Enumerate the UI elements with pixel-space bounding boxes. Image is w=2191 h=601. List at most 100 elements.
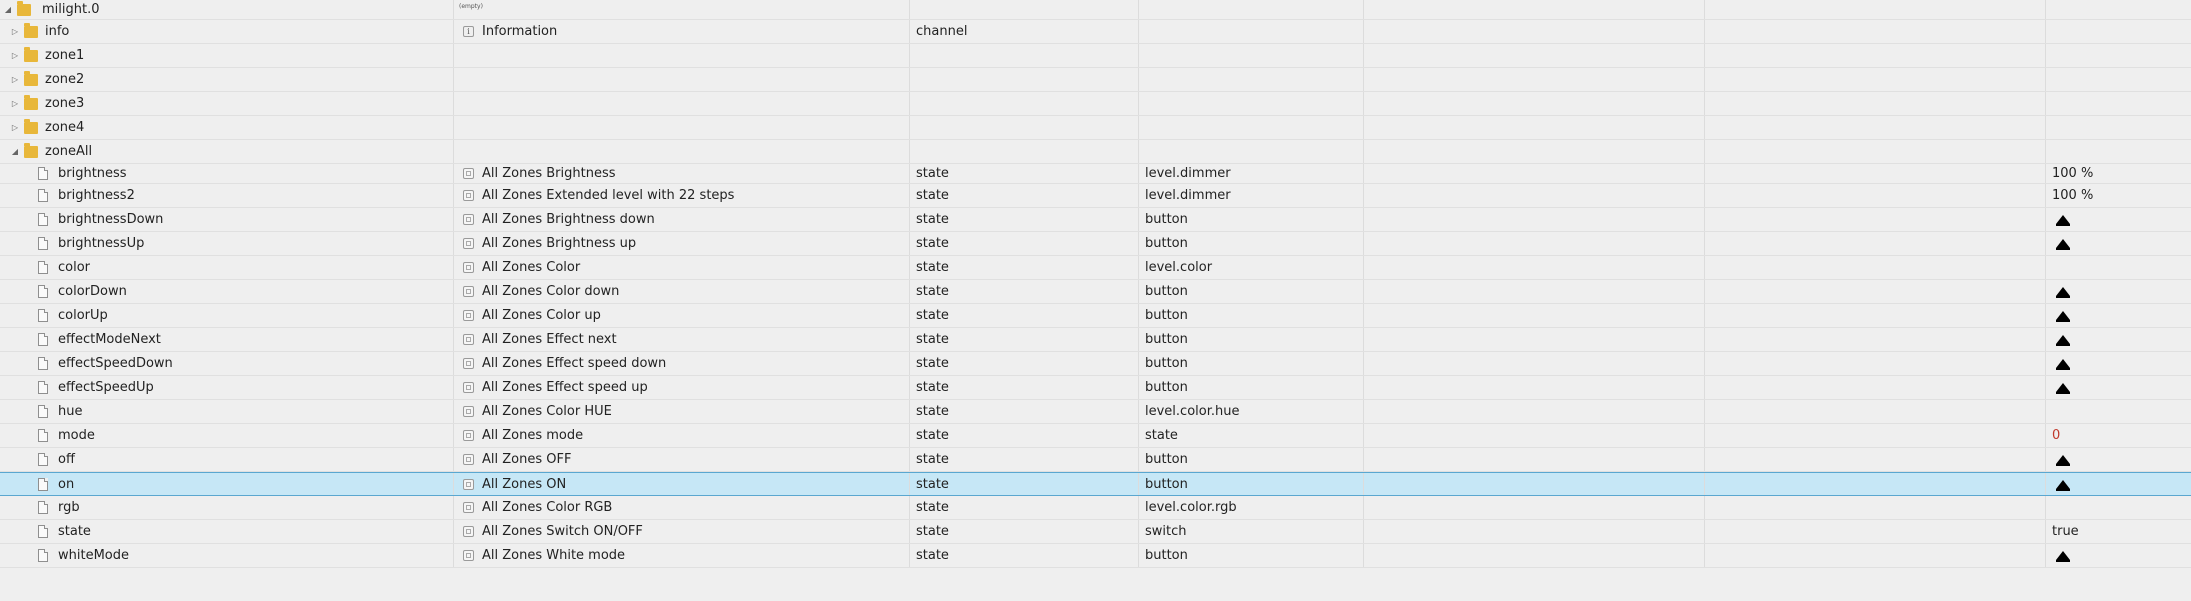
name-cell: All Zones Brightness up: [454, 232, 910, 255]
folder-icon: [24, 46, 38, 62]
object-name: All Zones Effect speed up: [482, 380, 648, 395]
state-icon: [463, 502, 474, 513]
state-icon: [463, 190, 474, 201]
value-cell: 100 %: [2046, 184, 2191, 207]
object-id: milight.0: [42, 2, 100, 17]
id-cell: colorDown: [0, 280, 454, 303]
object-id: zone3: [45, 96, 85, 111]
name-cell: [454, 116, 910, 139]
button-icon[interactable]: [2056, 311, 2070, 322]
state-icon: [463, 478, 474, 490]
tree-row-state[interactable]: color All Zones Color state level.color: [0, 256, 2191, 280]
value-cell: [2046, 304, 2191, 327]
function-cell: [1705, 92, 2046, 115]
state-icon: [463, 430, 474, 441]
id-cell: ▷ zone2: [0, 68, 454, 91]
object-id: whiteMode: [58, 548, 129, 563]
type-cell: state: [910, 352, 1139, 375]
function-cell: [1705, 448, 2046, 471]
tree-row-folder[interactable]: ◢ zoneAll: [0, 140, 2191, 164]
type-cell: state: [910, 544, 1139, 567]
chevron-right-icon[interactable]: ▷: [10, 27, 20, 37]
chevron-right-icon[interactable]: ▷: [10, 99, 20, 109]
id-cell: ▷ info: [0, 20, 454, 43]
object-name: (empty): [459, 3, 483, 10]
name-cell: [454, 44, 910, 67]
room-cell: [1364, 232, 1705, 255]
value-cell: 0: [2046, 424, 2191, 447]
object-value[interactable]: true: [2052, 524, 2079, 539]
role-cell: [1139, 44, 1364, 67]
tree-row-folder[interactable]: ▷ zone4: [0, 116, 2191, 140]
object-id: zoneAll: [45, 144, 93, 159]
id-cell: whiteMode: [0, 544, 454, 567]
name-cell: i Information: [454, 20, 910, 43]
object-type: state: [916, 188, 949, 203]
tree-row-state[interactable]: effectModeNext All Zones Effect next state…: [0, 328, 2191, 352]
type-cell: state: [910, 328, 1139, 351]
chevron-down-icon[interactable]: ◢: [3, 5, 13, 15]
room-cell: [1364, 164, 1705, 183]
type-cell: state: [910, 280, 1139, 303]
tree-row-state[interactable]: state All Zones Switch ON/OFF state switch t…: [0, 520, 2191, 544]
value-cell: [2046, 208, 2191, 231]
name-cell: All Zones OFF: [454, 448, 910, 471]
tree-row-state[interactable]: brightness2 All Zones Extended level with…: [0, 184, 2191, 208]
type-cell: [910, 140, 1139, 163]
tree-row-folder[interactable]: ▷ zone3: [0, 92, 2191, 116]
tree-row-state[interactable]: brightnessDown All Zones Brightness down s…: [0, 208, 2191, 232]
value-cell: [2046, 400, 2191, 423]
object-role: button: [1145, 452, 1188, 467]
tree-row-state[interactable]: on All Zones ON state button: [0, 472, 2191, 496]
tree-row-state[interactable]: effectSpeedUp All Zones Effect speed up st…: [0, 376, 2191, 400]
tree-row-state[interactable]: effectSpeedDown All Zones Effect speed do…: [0, 352, 2191, 376]
role-cell: [1139, 68, 1364, 91]
button-icon[interactable]: [2056, 455, 2070, 466]
tree-row-state[interactable]: off All Zones OFF state button: [0, 448, 2191, 472]
tree-row-state[interactable]: rgb All Zones Color RGB state level.color.r…: [0, 496, 2191, 520]
tree-row-state[interactable]: colorUp All Zones Color up state button: [0, 304, 2191, 328]
button-icon[interactable]: [2056, 215, 2070, 226]
object-value[interactable]: 0: [2052, 428, 2060, 443]
id-cell: on: [0, 473, 454, 495]
chevron-down-icon[interactable]: ◢: [10, 147, 20, 157]
role-cell: button: [1139, 280, 1364, 303]
button-icon[interactable]: [2056, 383, 2070, 394]
chevron-right-icon[interactable]: ▷: [10, 51, 20, 61]
tree-row-folder[interactable]: ▷ zone1: [0, 44, 2191, 68]
tree-row-state[interactable]: hue All Zones Color HUE state level.color.h…: [0, 400, 2191, 424]
tree-row-folder[interactable]: ▷ zone2: [0, 68, 2191, 92]
tree-row-state[interactable]: mode All Zones mode state state 0: [0, 424, 2191, 448]
object-value[interactable]: 100 %: [2052, 188, 2093, 203]
state-icon: [463, 382, 474, 393]
tree-row-state[interactable]: whiteMode All Zones White mode state button: [0, 544, 2191, 568]
object-id: off: [58, 452, 75, 467]
tree-row-root[interactable]: ◢ milight.0 (empty): [0, 0, 2191, 20]
role-cell: state: [1139, 424, 1364, 447]
object-id: zone1: [45, 48, 85, 63]
button-icon[interactable]: [2056, 359, 2070, 370]
id-cell: brightnessUp: [0, 232, 454, 255]
object-value[interactable]: 100 %: [2052, 166, 2093, 181]
name-cell: All Zones Effect next: [454, 328, 910, 351]
object-id: brightness2: [58, 188, 135, 203]
chevron-right-icon[interactable]: ▷: [10, 123, 20, 133]
tree-row-state[interactable]: brightnessUp All Zones Brightness up state…: [0, 232, 2191, 256]
value-cell: [2046, 352, 2191, 375]
button-icon[interactable]: [2056, 335, 2070, 346]
button-icon[interactable]: [2056, 287, 2070, 298]
function-cell: [1705, 256, 2046, 279]
function-cell: [1705, 116, 2046, 139]
chevron-right-icon[interactable]: ▷: [10, 75, 20, 85]
name-cell: All Zones Color RGB: [454, 496, 910, 519]
button-icon[interactable]: [2056, 551, 2070, 562]
tree-row-state[interactable]: colorDown All Zones Color down state button: [0, 280, 2191, 304]
function-cell: [1705, 473, 2046, 495]
button-icon[interactable]: [2056, 479, 2070, 491]
room-cell: [1364, 208, 1705, 231]
button-icon[interactable]: [2056, 239, 2070, 250]
tree-row-state[interactable]: brightness All Zones Brightness state level…: [0, 164, 2191, 184]
object-id: color: [58, 260, 91, 275]
object-tree: ◢ milight.0 (empty) ▷ info i Information…: [0, 0, 2191, 601]
tree-row-folder[interactable]: ▷ info i Information channel: [0, 20, 2191, 44]
